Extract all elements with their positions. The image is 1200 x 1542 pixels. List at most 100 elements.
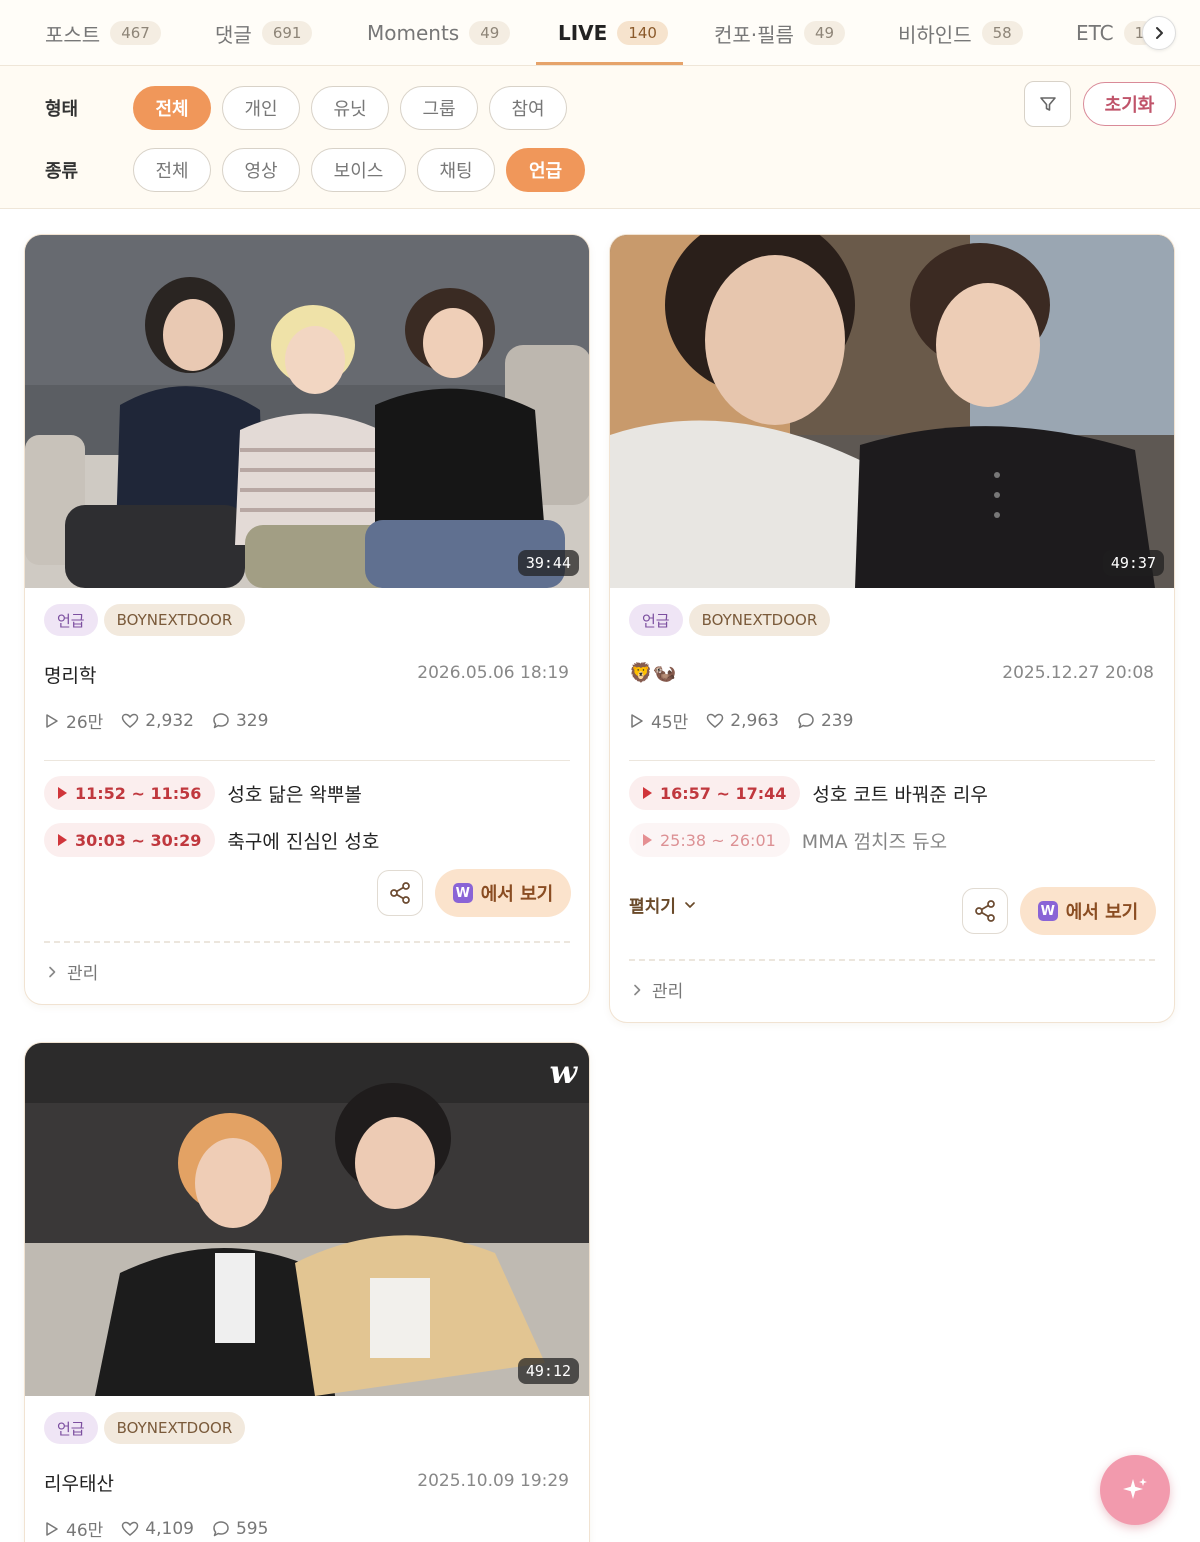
watch-on-weverse-button[interactable]: W 에서 보기: [435, 869, 571, 917]
share-icon: [390, 882, 410, 904]
form-filter-label: 형태: [45, 99, 79, 120]
segment-time[interactable]: 11:52 ~ 11:56: [44, 776, 216, 810]
sparkle-icon: [1123, 1478, 1147, 1499]
type-chip-video[interactable]: 영상: [222, 148, 300, 192]
share-icon: [975, 900, 995, 922]
mention-badge: 언급: [44, 604, 98, 636]
live-date: 2026.05.06 18:19: [417, 663, 569, 683]
tab-live[interactable]: LIVE 140: [558, 0, 668, 65]
segment-time[interactable]: 25:38 ~ 26:01: [629, 823, 790, 857]
tab-count: 140: [617, 21, 668, 45]
live-title: 명리학: [44, 665, 97, 687]
form-chip-all[interactable]: 전체: [133, 86, 211, 130]
type-chip-all[interactable]: 전체: [133, 148, 211, 192]
tab-count: 691: [261, 21, 313, 45]
comment-icon: [213, 1520, 229, 1536]
likes-stat: 2,932: [121, 711, 194, 731]
tab-label: 포스트: [45, 22, 101, 47]
segment-desc: MMA 껌치즈 듀오: [801, 830, 948, 853]
tab-label: 댓글: [215, 22, 252, 47]
watch-on-weverse-button[interactable]: W 에서 보기: [1020, 887, 1156, 935]
stats-row: 45만 2,963 239: [629, 708, 871, 733]
mention-badge: 언급: [629, 604, 683, 636]
watch-label: 에서 보기: [480, 884, 554, 905]
form-chip-group[interactable]: 그룹: [400, 86, 478, 130]
views-count: 45만: [651, 713, 689, 733]
live-title: 🦁🦦: [629, 662, 677, 684]
tab-count: 49: [469, 21, 511, 45]
live-card[interactable]: 49:37 언급 BOYNEXTDOOR 🦁🦦 2025.12.27 20:08…: [609, 234, 1175, 1023]
timestamp-segment[interactable]: 11:52 ~ 11:56 성호 닮은 왁뿌볼: [44, 776, 362, 810]
group-badge: BOYNEXTDOOR: [103, 1412, 246, 1444]
comments-count: 239: [820, 710, 854, 731]
share-button[interactable]: [377, 870, 423, 916]
weverse-logo-icon: W: [452, 883, 473, 903]
tab-posts[interactable]: 포스트 467: [45, 0, 161, 65]
manage-toggle[interactable]: 관리: [632, 977, 683, 1002]
form-chip-participation[interactable]: 참여: [489, 86, 567, 130]
live-date: 2025.12.27 20:08: [1002, 663, 1154, 683]
comment-icon: [213, 712, 229, 728]
stats-row: 46만 4,109 595: [44, 1516, 286, 1541]
video-thumbnail[interactable]: w 49:12: [25, 1043, 589, 1396]
badge-row: 언급 BOYNEXTDOOR: [629, 604, 831, 636]
form-chip-unit[interactable]: 유닛: [311, 86, 389, 130]
mention-badge: 언급: [44, 1412, 98, 1444]
live-card[interactable]: 39:44 언급 BOYNEXTDOOR 명리학 2026.05.06 18:1…: [24, 234, 590, 1005]
tab-count: 58: [981, 21, 1023, 45]
tab-concept-film[interactable]: 컨포·필름 49: [714, 0, 846, 65]
badge-row: 언급 BOYNEXTDOOR: [44, 1412, 246, 1444]
ai-sparkle-button[interactable]: [1100, 1455, 1170, 1525]
live-card[interactable]: w 49:12 언급 BOYNEXTDOOR 리우태산 2025.10.09 1…: [24, 1042, 590, 1542]
video-thumbnail[interactable]: 49:37: [610, 235, 1174, 588]
dashed-divider: [629, 959, 1155, 961]
badge-row: 언급 BOYNEXTDOOR: [44, 604, 246, 636]
video-thumbnail[interactable]: 39:44: [25, 235, 589, 588]
type-chip-mention[interactable]: 언급: [506, 148, 585, 192]
likes-stat: 4,109: [121, 1519, 194, 1539]
chevron-down-icon: [685, 901, 695, 908]
play-icon: [631, 713, 643, 728]
watch-label: 에서 보기: [1065, 902, 1139, 923]
views-stat: 45만: [629, 708, 688, 733]
segment-time[interactable]: 30:03 ~ 30:29: [44, 823, 216, 857]
views-count: 26만: [66, 713, 104, 733]
thumbnail-image: [25, 235, 589, 588]
tab-label: 컨포·필름: [714, 22, 794, 47]
manage-toggle[interactable]: 관리: [47, 959, 98, 984]
comment-icon: [798, 712, 814, 728]
manage-label: 관리: [652, 982, 684, 1002]
reset-button[interactable]: 초기화: [1083, 82, 1176, 126]
form-chip-solo[interactable]: 개인: [222, 86, 300, 130]
comments-stat: 239: [797, 711, 853, 731]
group-badge: BOYNEXTDOOR: [688, 604, 831, 636]
segment-desc: 성호 코트 바꿔준 리우: [812, 783, 988, 806]
card-divider: [629, 760, 1155, 761]
views-count: 46만: [66, 1521, 104, 1541]
tab-label: ETC: [1076, 21, 1114, 45]
share-button[interactable]: [962, 888, 1008, 934]
card-divider: [44, 760, 570, 761]
heart-icon: [122, 1521, 139, 1536]
tab-behind[interactable]: 비하인드 58: [898, 0, 1023, 65]
timestamp-segment[interactable]: 30:03 ~ 30:29 축구에 진심인 성호: [44, 823, 379, 857]
play-icon: [46, 713, 58, 728]
manage-label: 관리: [67, 964, 99, 984]
tab-moments[interactable]: Moments 49: [367, 0, 511, 65]
type-chip-voice[interactable]: 보이스: [311, 148, 406, 192]
views-stat: 26만: [44, 708, 103, 733]
tabs-next-button[interactable]: [1142, 16, 1176, 50]
group-badge: BOYNEXTDOOR: [103, 604, 246, 636]
timestamp-segment[interactable]: 25:38 ~ 26:01 MMA 껌치즈 듀오: [629, 823, 947, 857]
timestamp-segment[interactable]: 16:57 ~ 17:44 성호 코트 바꿔준 리우: [629, 776, 988, 810]
expand-button[interactable]: 펼치기: [629, 892, 696, 917]
chevron-right-icon: [1156, 27, 1163, 39]
tab-comments[interactable]: 댓글 691: [215, 0, 313, 65]
heart-icon: [707, 713, 724, 728]
type-chip-chat[interactable]: 채팅: [417, 148, 495, 192]
play-triangle-icon: [58, 787, 67, 799]
filter-button[interactable]: [1024, 81, 1071, 127]
segment-time[interactable]: 16:57 ~ 17:44: [629, 776, 801, 810]
comments-count: 595: [235, 1518, 269, 1539]
likes-count: 2,963: [730, 710, 779, 731]
